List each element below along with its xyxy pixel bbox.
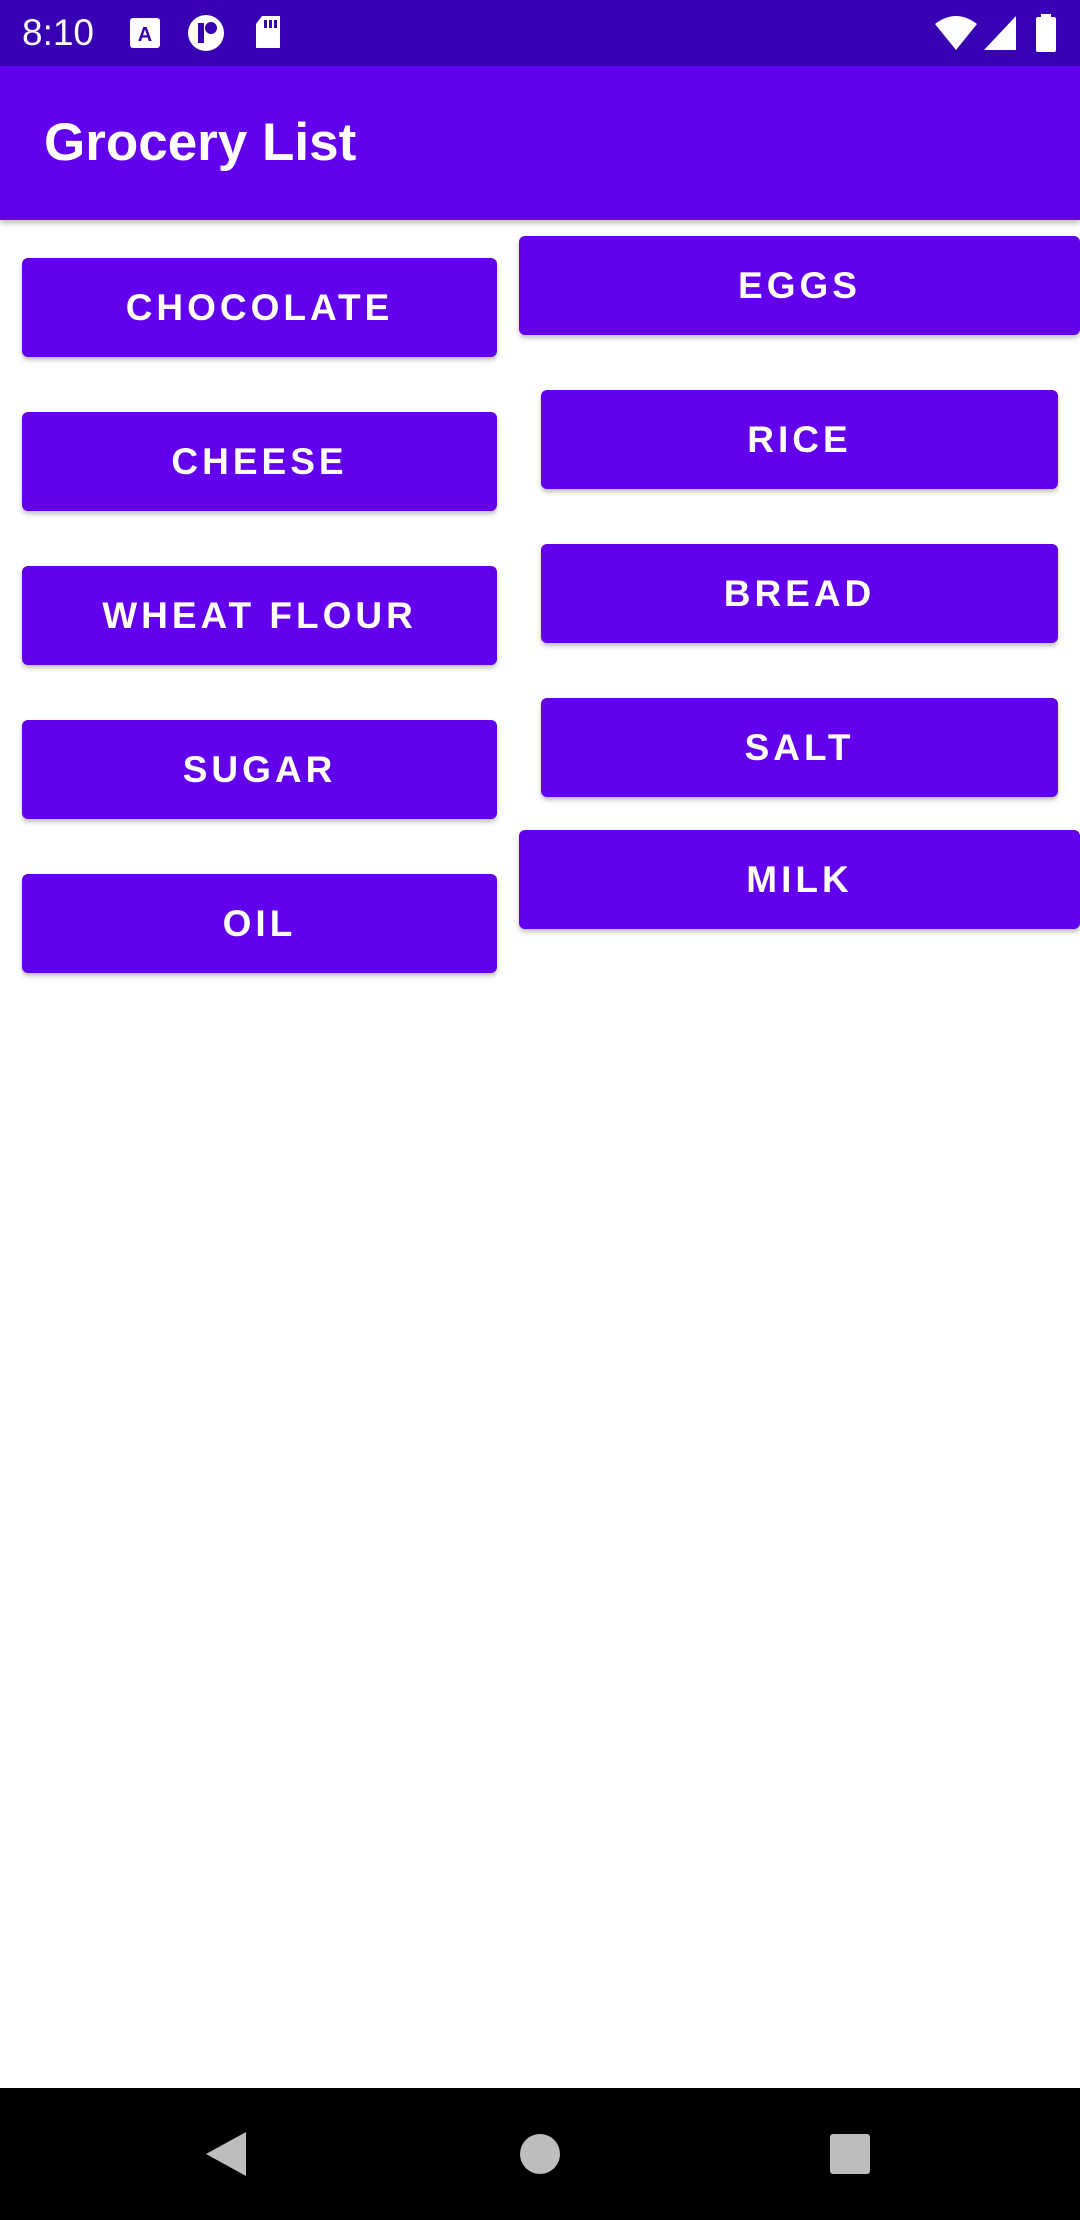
page-title: Grocery List bbox=[44, 113, 357, 172]
wifi-icon bbox=[935, 16, 977, 50]
sd-card-icon bbox=[256, 16, 280, 48]
wheat-flour-button[interactable]: WHEAT FLOUR bbox=[22, 566, 497, 665]
battery-icon bbox=[1036, 14, 1056, 52]
status-bar: 8:10 A bbox=[0, 0, 1080, 66]
sugar-button[interactable]: SUGAR bbox=[22, 720, 497, 819]
accessibility-a-icon: A bbox=[130, 18, 160, 48]
home-icon[interactable] bbox=[518, 2132, 562, 2176]
bread-button[interactable]: BREAD bbox=[541, 544, 1058, 643]
status-time: 8:10 bbox=[22, 12, 95, 53]
back-icon[interactable] bbox=[202, 2130, 250, 2178]
app-bar: Grocery List bbox=[0, 66, 1080, 220]
notification-p-icon bbox=[188, 15, 224, 51]
cheese-button[interactable]: CHEESE bbox=[22, 412, 497, 511]
recents-icon[interactable] bbox=[829, 2133, 871, 2175]
navigation-bar bbox=[0, 2088, 1080, 2220]
rice-button[interactable]: RICE bbox=[541, 390, 1058, 489]
salt-button[interactable]: SALT bbox=[541, 698, 1058, 797]
eggs-button[interactable]: EGGS bbox=[519, 236, 1080, 335]
svg-text:A: A bbox=[138, 24, 152, 46]
chocolate-button[interactable]: CHOCOLATE bbox=[22, 258, 497, 357]
oil-button[interactable]: OIL bbox=[22, 874, 497, 973]
milk-button[interactable]: MILK bbox=[519, 830, 1080, 929]
cellular-signal-icon bbox=[984, 16, 1016, 50]
